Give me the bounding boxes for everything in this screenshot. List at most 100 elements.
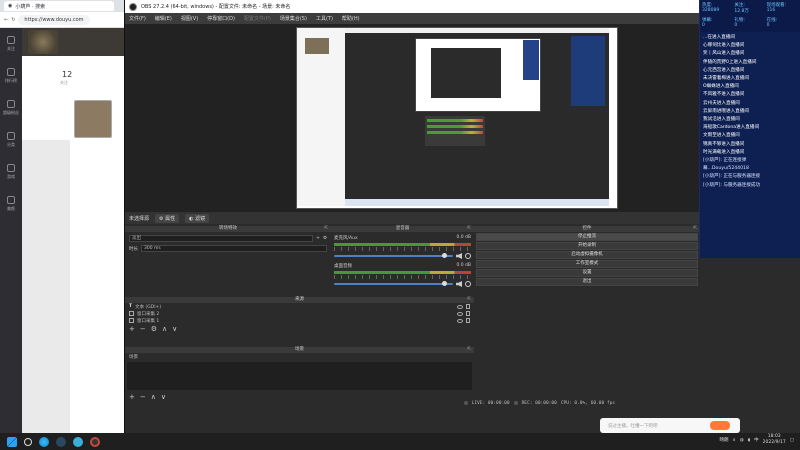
remove-source-icon[interactable]: − (140, 326, 146, 333)
sidebar-item-game[interactable]: 游戏 (0, 156, 22, 188)
undock-icon[interactable]: ⇱ (467, 347, 471, 353)
source-item[interactable]: 窗口采集 2 (125, 310, 474, 317)
slider-knob[interactable] (442, 281, 447, 286)
undock-icon[interactable]: ⇱ (467, 226, 471, 232)
sidebar-item-follow[interactable]: 关注 (0, 28, 22, 60)
edge-browser-icon[interactable] (39, 436, 49, 447)
studio-mode-button[interactable]: 工作室模式 (476, 260, 698, 268)
room-cover-image[interactable] (74, 100, 112, 138)
menu-view[interactable]: 视图(V) (181, 15, 198, 22)
visibility-eye-icon[interactable] (457, 304, 463, 309)
move-down-icon[interactable]: ∨ (172, 326, 177, 333)
channel-name: 桌面音频 (334, 264, 352, 269)
preview-area (125, 24, 700, 212)
undock-icon[interactable]: ⇱ (693, 226, 697, 232)
steam-icon[interactable] (56, 436, 66, 447)
menu-edit[interactable]: 编辑(E) (155, 15, 172, 22)
duration-label: 时长 (129, 246, 138, 252)
sidebar-item-rank[interactable]: 排行榜 (0, 60, 22, 92)
add-transition-icon[interactable]: + (316, 236, 320, 241)
add-source-icon[interactable]: + (129, 326, 135, 333)
danmaku-message: 云州夫进入直播间 (703, 100, 740, 106)
danmaku-list: ...在进入直播间 心哪伺比进入直播间 奖丨风山进入直播间 伴随的荒野0上进入直播间心… (700, 32, 800, 192)
move-up-icon[interactable]: ∧ (162, 326, 167, 333)
scene-item[interactable]: 场景 (125, 353, 474, 360)
slider-knob[interactable] (442, 253, 447, 258)
transition-settings-icon[interactable]: ⚙ (323, 236, 327, 241)
settings-button[interactable]: 设置 (476, 269, 698, 277)
sidebar-item-beauty[interactable]: 美颜 (0, 188, 22, 220)
volume-slider[interactable] (334, 253, 453, 258)
nested-overlay-small (523, 40, 539, 80)
browser-window: ◉ 小葫芦 · 搜索 ← ↻ https://www.douyu.com 关注 … (0, 0, 124, 433)
volume-slider[interactable] (334, 281, 453, 286)
refresh-icon[interactable]: ↻ (11, 17, 15, 23)
menu-file[interactable]: 文件(F) (129, 15, 146, 22)
volume-icon[interactable]: ◖ (748, 438, 750, 443)
visibility-eye-icon[interactable] (457, 318, 463, 323)
gear-icon[interactable] (465, 253, 471, 259)
chat-input-popup[interactable]: 说过主播，吐槽一下吧吧 (600, 418, 740, 433)
huya-icon[interactable] (73, 436, 83, 447)
filters-button[interactable]: ◐ 滤镜 (185, 213, 210, 223)
windows-start-icon[interactable] (7, 436, 17, 447)
back-icon[interactable]: ← (4, 17, 8, 23)
sources-panel: 来源 ⇱ T 文本 (GDI+) 窗口采集 2 窗口采集 1 + − ⚙ ∧ ∨ (125, 297, 474, 345)
danmaku-message: 锦真不够进入直播间 (703, 141, 745, 147)
send-button[interactable] (710, 421, 730, 430)
speaker-icon[interactable] (456, 281, 462, 287)
source-item[interactable]: T 文本 (GDI+) (125, 303, 474, 310)
browser-tab[interactable]: ◉ 小葫芦 · 搜索 (4, 1, 114, 11)
obs-menu-bar: 文件(F) 编辑(E) 视图(V) 停靠窗口(D) 配置文件(P) 场景集合(S… (125, 13, 699, 24)
stop-streaming-button[interactable]: 停止推流 (476, 233, 698, 241)
menu-help[interactable]: 帮助(H) (342, 15, 360, 22)
lock-icon[interactable] (466, 311, 470, 316)
clock[interactable]: 18:03 2022/9/17 (763, 434, 786, 446)
banner-map-image (28, 30, 58, 54)
scene-list (127, 362, 472, 390)
start-recording-button[interactable]: 开始录制 (476, 242, 698, 250)
source-properties-icon[interactable]: ⚙ (151, 326, 157, 333)
notification-icon[interactable]: ▢ (790, 438, 794, 443)
search-icon[interactable] (24, 437, 32, 446)
gear-icon[interactable] (465, 281, 471, 287)
weather-label: 晴朗 (719, 438, 729, 443)
speaker-icon[interactable] (456, 253, 462, 259)
transition-select[interactable]: 淡出 (129, 235, 314, 242)
level-meter (334, 271, 471, 274)
sidebar-item-fans[interactable]: 超级粉丝 (0, 92, 22, 124)
menu-tools[interactable]: 工具(T) (316, 15, 333, 22)
undock-icon[interactable]: ⇱ (324, 226, 328, 232)
scenes-panel: 场景 ⇱ 场景 + − ∧ ∨ (125, 347, 474, 401)
properties-button[interactable]: ⚙ 属性 (155, 213, 180, 223)
menu-profile[interactable]: 配置文件(P) (244, 15, 271, 22)
lock-icon[interactable] (466, 318, 470, 323)
obs-app-icon[interactable] (90, 436, 100, 447)
sidebar-item-category[interactable]: 分类 (0, 124, 22, 156)
source-item[interactable]: 窗口采集 1 (125, 317, 474, 324)
start-virtual-camera-button[interactable]: 启动虚拟摄像机 (476, 251, 698, 259)
ime-icon[interactable]: 中 (754, 437, 759, 443)
danmaku-message: 奖丨风山进入直播间 (703, 51, 745, 57)
duration-input[interactable]: 300 ms (141, 245, 327, 252)
window-capture-icon (129, 311, 134, 316)
source-toolbar: 未选择源 ⚙ 属性 ◐ 滤镜 (125, 212, 700, 224)
stat-heat: 热度: 328089 (702, 3, 720, 13)
scenes-panel-header: 场景 ⇱ (125, 347, 474, 353)
menu-scene-collection[interactable]: 场景集合(S) (280, 15, 307, 22)
undock-icon[interactable]: ⇱ (467, 297, 471, 303)
visibility-eye-icon[interactable] (457, 311, 463, 316)
danmaku-message: ...在进入直播间 (703, 35, 735, 40)
lock-icon[interactable] (466, 304, 470, 309)
menu-docks[interactable]: 停靠窗口(D) (207, 15, 235, 22)
exit-button[interactable]: 退出 (476, 278, 698, 286)
obs-logo-icon (129, 2, 137, 11)
tray-chevron-icon[interactable]: ∧ (733, 438, 736, 443)
network-icon[interactable]: ◍ (740, 438, 744, 443)
url-input[interactable]: https://www.douyu.com (18, 14, 90, 25)
danmaku-message: 幕...Douyu/5244018 (703, 166, 749, 172)
controls-panel-header: 控件 ⇱ (474, 226, 700, 232)
follow-count-label: 关注 (60, 80, 68, 85)
nested-overlay (571, 36, 605, 106)
preview-canvas[interactable] (296, 27, 618, 209)
